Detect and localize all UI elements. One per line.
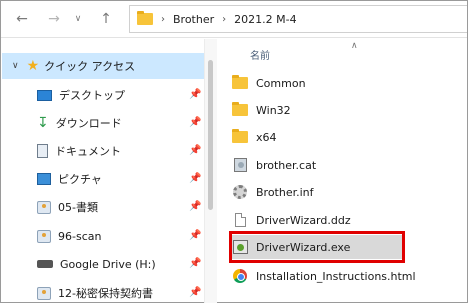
file-name: Installation_Instructions.html (256, 269, 416, 283)
quick-access-label: クイック アクセス (44, 60, 136, 73)
sidebar-item-pictures[interactable]: ピクチャ 📌 (37, 167, 207, 191)
folder-icon (232, 75, 248, 91)
file-item-x64[interactable]: x64 (232, 125, 462, 149)
navigation-pane: ∨ ★ クイック アクセス デスクトップ 📌 ↧ ダウンロード 📌 ドキュメント… (1, 39, 204, 302)
pin-icon: 📌 (189, 145, 202, 156)
pin-icon: 📌 (189, 89, 202, 100)
file-name: Brother.inf (256, 185, 314, 199)
sidebar-item-label: デスクトップ (59, 89, 125, 102)
scrollbar-thumb[interactable] (208, 60, 213, 210)
sidebar-item-label: 12-秘密保持契約書 (58, 287, 153, 300)
file-item-brother-cat[interactable]: brother.cat (232, 153, 462, 177)
breadcrumb-item[interactable]: 2021.2 M-4 (234, 13, 296, 26)
file-name: x64 (256, 130, 277, 144)
desktop-icon (37, 89, 52, 101)
pin-icon: 📌 (189, 117, 202, 128)
sidebar-item-google-drive[interactable]: Google Drive (H:) 📌 (37, 252, 207, 276)
folder-icon (37, 286, 51, 300)
breadcrumb-separator-icon: › (222, 13, 227, 25)
folder-icon (37, 200, 51, 214)
arrow-left-icon: ← (16, 11, 28, 27)
file-item-win32[interactable]: Win32 (232, 98, 462, 122)
sidebar-item-documents[interactable]: ドキュメント 📌 (37, 139, 207, 163)
folder-icon (37, 229, 51, 243)
arrow-right-icon: → (48, 11, 60, 27)
file-item-brother-inf[interactable]: Brother.inf (232, 180, 462, 204)
chevron-down-icon[interactable]: ∨ (12, 61, 19, 71)
address-bar[interactable]: › Brother › 2021.2 M-4 (129, 5, 467, 33)
sidebar-item-label: 05-書類 (58, 201, 98, 214)
sidebar-item-label: Google Drive (H:) (60, 257, 156, 271)
folder-icon (232, 102, 248, 118)
recent-locations-button[interactable]: ∨ (71, 9, 85, 29)
file-item-driverwizard-ddz[interactable]: DriverWizard.ddz (232, 208, 462, 232)
download-icon: ↧ (37, 115, 49, 131)
forward-button[interactable]: → (43, 9, 65, 29)
quick-access-header[interactable]: ∨ ★ クイック アクセス (2, 53, 204, 79)
sidebar-item-label: 96-scan (58, 229, 102, 243)
file-name: brother.cat (256, 158, 317, 172)
sidebar-item-label: ピクチャ (58, 173, 102, 186)
file-item-installation-instructions[interactable]: Installation_Instructions.html (232, 264, 462, 288)
pin-icon: 📌 (189, 287, 202, 298)
pin-icon: 📌 (189, 173, 202, 184)
sidebar-item-desktop[interactable]: デスクトップ 📌 (37, 83, 207, 107)
back-button[interactable]: ← (11, 9, 33, 29)
chevron-up-icon: ∧ (351, 41, 358, 51)
breadcrumb-separator-icon: › (161, 13, 165, 25)
setup-information-icon (232, 184, 248, 200)
highlight-annotation (229, 231, 405, 263)
chevron-down-icon: ∨ (74, 14, 82, 24)
file-item-common[interactable]: Common (232, 71, 462, 95)
column-header-name[interactable]: 名前 (250, 47, 270, 62)
file-name: Win32 (256, 103, 291, 117)
file-name: DriverWizard.ddz (256, 213, 351, 227)
breadcrumb-item[interactable]: Brother (173, 13, 214, 26)
sidebar-item-downloads[interactable]: ↧ ダウンロード 📌 (37, 111, 207, 135)
folder-icon (137, 11, 153, 25)
chrome-html-icon (232, 268, 248, 284)
up-button[interactable]: ↑ (95, 9, 117, 29)
star-icon: ★ (26, 58, 40, 74)
documents-icon (37, 144, 48, 158)
arrow-up-icon: ↑ (100, 11, 112, 27)
security-catalog-icon (232, 157, 248, 173)
navigation-bar: ← → ∨ ↑ › Brother › 2021.2 M-4 (1, 1, 467, 38)
sidebar-item-12-nda[interactable]: 12-秘密保持契約書 📌 (37, 281, 207, 303)
pictures-icon (37, 173, 51, 185)
sidebar-item-05-shorui[interactable]: 05-書類 📌 (37, 195, 207, 219)
sidebar-item-label: ドキュメント (55, 145, 121, 158)
pin-icon: 📌 (189, 230, 202, 241)
file-icon (232, 212, 248, 228)
pin-icon: 📌 (189, 258, 202, 269)
sidebar-item-96-scan[interactable]: 96-scan 📌 (37, 224, 207, 248)
folder-icon (232, 129, 248, 145)
drive-icon (37, 260, 53, 268)
file-name: Common (256, 76, 306, 90)
sidebar-item-label: ダウンロード (55, 117, 122, 130)
pin-icon: 📌 (189, 201, 202, 212)
